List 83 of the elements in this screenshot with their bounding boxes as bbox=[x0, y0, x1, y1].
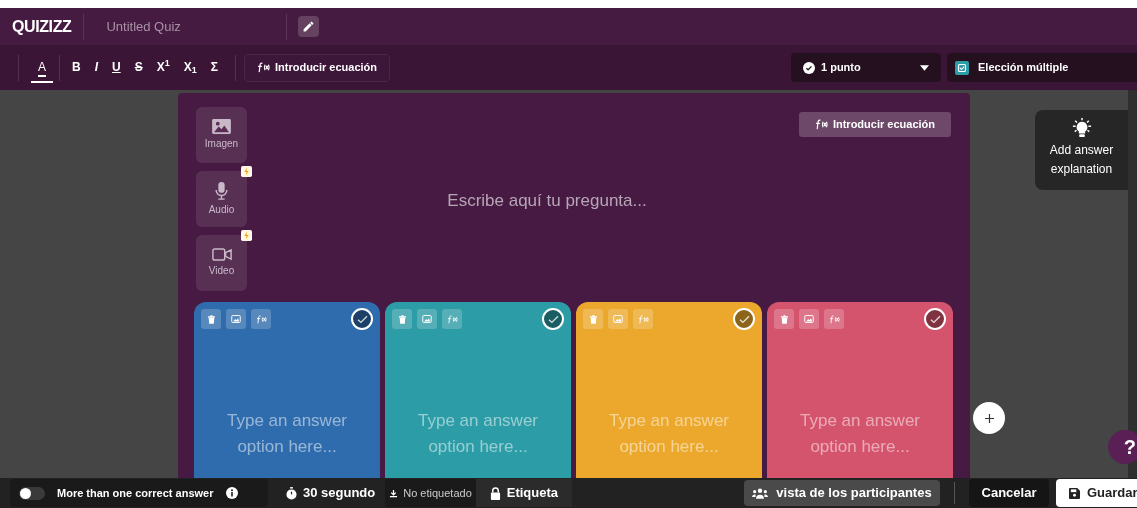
format-button[interactable]: U bbox=[105, 52, 128, 83]
correct-toggle[interactable] bbox=[733, 308, 755, 330]
info-icon bbox=[225, 487, 238, 499]
add-image-button[interactable] bbox=[226, 309, 246, 329]
question-field[interactable]: Escribe aquí tu pregunta... bbox=[397, 188, 697, 214]
checkmark-icon bbox=[547, 314, 559, 324]
toggle-switch[interactable] bbox=[19, 486, 45, 500]
checkmark-icon bbox=[738, 314, 750, 324]
media-button[interactable]: Imagen bbox=[196, 107, 247, 163]
function-icon bbox=[446, 314, 458, 324]
tag-button[interactable]: Etiqueta bbox=[475, 479, 573, 507]
function-icon bbox=[255, 314, 267, 324]
image-icon bbox=[804, 315, 814, 323]
add-answer-button[interactable] bbox=[973, 402, 1005, 434]
save-button[interactable]: Guardar bbox=[1056, 479, 1137, 507]
correct-toggle[interactable] bbox=[351, 308, 373, 330]
tag-status-button[interactable]: No etiquetado bbox=[385, 479, 476, 507]
correct-toggle[interactable] bbox=[924, 308, 946, 330]
light-bulb-icon bbox=[1070, 118, 1093, 138]
image-icon bbox=[231, 315, 241, 323]
function-icon bbox=[814, 119, 828, 130]
insert-equation-button[interactable]: Introducir ecuación bbox=[244, 53, 391, 82]
delete-button[interactable] bbox=[583, 309, 603, 329]
checkmark-icon bbox=[929, 314, 941, 324]
toggle-label: More than one correct answer bbox=[57, 485, 214, 501]
media-button[interactable]: Video bbox=[196, 235, 247, 291]
check-circle-icon bbox=[803, 61, 815, 74]
participants-view-button[interactable]: vista de los participantes bbox=[744, 480, 940, 506]
trash-icon bbox=[398, 314, 406, 324]
answer-field[interactable]: Type an answer option here... bbox=[212, 408, 362, 462]
equation-button[interactable] bbox=[824, 309, 844, 329]
equation-button[interactable] bbox=[442, 309, 462, 329]
add-explanation-button[interactable]: Add answer explanation bbox=[1035, 110, 1128, 190]
edit-title-button[interactable] bbox=[298, 16, 320, 37]
add-image-button[interactable] bbox=[799, 309, 819, 329]
image-icon bbox=[422, 315, 432, 323]
function-icon bbox=[257, 62, 270, 73]
format-button[interactable]: X$^{1}$ bbox=[149, 52, 177, 83]
format-button[interactable]: I bbox=[87, 52, 106, 83]
trash-icon bbox=[780, 314, 788, 324]
function-icon bbox=[637, 314, 649, 324]
format-button[interactable]: X$_{1}$ bbox=[176, 52, 204, 83]
tag-status-icon bbox=[389, 488, 399, 498]
question-type: Elección múltiple bbox=[978, 60, 1069, 76]
caret-icon bbox=[920, 64, 929, 71]
plus-icon bbox=[984, 413, 994, 423]
format-button[interactable]: B bbox=[65, 52, 88, 83]
delete-button[interactable] bbox=[392, 309, 412, 329]
answer-field[interactable]: Type an answer option here... bbox=[785, 408, 935, 462]
checkbox-icon bbox=[955, 60, 969, 75]
points-value: 1 punto bbox=[821, 60, 862, 76]
time-button[interactable]: 30 segundo bbox=[276, 479, 386, 507]
answer-field[interactable]: Type an answer option here... bbox=[594, 408, 744, 462]
format-button[interactable]: A bbox=[31, 52, 53, 83]
trash-icon bbox=[207, 314, 215, 324]
trash-icon bbox=[589, 314, 597, 324]
pencil-icon bbox=[302, 20, 316, 33]
add-image-button[interactable] bbox=[608, 309, 628, 329]
quiz-logo: QUIZIZZ bbox=[12, 16, 72, 37]
question-type-dropdown[interactable]: Elección múltiple bbox=[947, 53, 1137, 82]
checkmark-icon bbox=[356, 314, 368, 324]
insert-equation-button[interactable]: Introducir ecuación bbox=[798, 112, 951, 137]
equation-button[interactable] bbox=[251, 309, 271, 329]
answer-field[interactable]: Type an answer option here... bbox=[403, 408, 553, 462]
cancel-button[interactable]: Cancelar bbox=[969, 479, 1049, 507]
image-icon bbox=[212, 119, 231, 134]
function-icon bbox=[828, 314, 840, 324]
format-button[interactable]: S bbox=[127, 52, 150, 83]
image-icon bbox=[613, 315, 623, 323]
correct-toggle[interactable] bbox=[542, 308, 564, 330]
quiz-title-field[interactable]: Untitled Quiz bbox=[106, 16, 287, 37]
help-button[interactable]: ? bbox=[1108, 430, 1137, 464]
stopwatch-icon bbox=[286, 486, 297, 500]
lock-icon bbox=[489, 486, 501, 500]
microphone-icon bbox=[215, 181, 228, 200]
points-dropdown[interactable]: 1 punto bbox=[791, 53, 941, 82]
video-camera-icon bbox=[211, 248, 232, 261]
media-button[interactable]: Audio bbox=[196, 171, 247, 227]
delete-button[interactable] bbox=[201, 309, 221, 329]
delete-button[interactable] bbox=[774, 309, 794, 329]
people-icon bbox=[752, 487, 769, 499]
add-image-button[interactable] bbox=[417, 309, 437, 329]
format-button[interactable]: Σ bbox=[203, 52, 225, 83]
